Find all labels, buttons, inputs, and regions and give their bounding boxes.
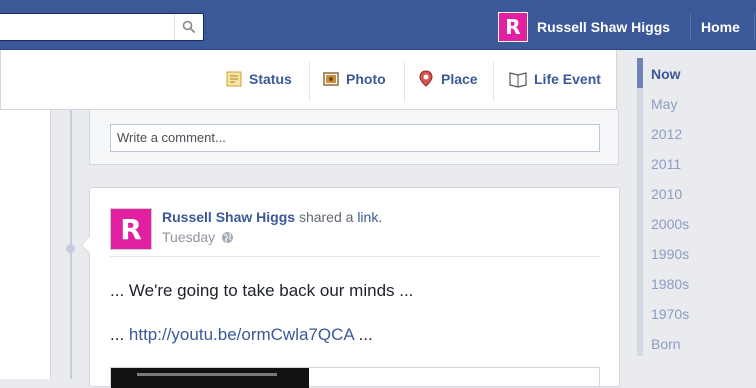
timeline-nav-1970s[interactable]: 1970s (651, 306, 689, 322)
timeline-nav-track (637, 58, 643, 356)
post-author-link[interactable]: Russell Shaw Higgs (162, 209, 295, 225)
post-link-line: ... http://youtu.be/ormCwla7QCA ... (110, 325, 373, 344)
profile-name-link[interactable]: Russell Shaw Higgs (537, 19, 670, 35)
post-header: Russell Shaw Higgs shared a link. (162, 209, 382, 225)
post-action-link[interactable]: link. (357, 209, 382, 225)
divider (754, 14, 755, 40)
comment-section: Write a comment... (89, 110, 619, 165)
timeline-nav-2000s[interactable]: 2000s (651, 216, 689, 232)
search-input[interactable] (0, 13, 204, 41)
post-timestamp[interactable]: Tuesday (162, 229, 215, 245)
post-url-link[interactable]: http://youtu.be/ormCwla7QCA (129, 325, 354, 344)
status-icon (226, 71, 242, 87)
life-event-icon (509, 72, 527, 88)
composer-status[interactable]: Status (225, 70, 292, 88)
video-thumbnail[interactable] (111, 368, 309, 388)
composer-bar: Status Photo Place Life Event (0, 50, 617, 110)
timeline-dot (66, 244, 75, 253)
divider (404, 62, 405, 102)
story-card: R Russell Shaw Higgs shared a link. Tues… (81, 187, 620, 388)
comment-input[interactable]: Write a comment... (110, 124, 600, 152)
divider (690, 14, 691, 40)
thumbnail-detail (137, 373, 277, 376)
divider (110, 256, 600, 257)
post-message: ... We're going to take back our minds .… (110, 281, 414, 300)
post-action-text: shared a (298, 209, 354, 225)
composer-place[interactable]: Place (417, 70, 478, 88)
timeline-nav-active-marker (637, 58, 643, 88)
timeline-nav-column (628, 50, 756, 379)
timeline-nav-1980s[interactable]: 1980s (651, 276, 689, 292)
timeline-nav-2011[interactable]: 2011 (651, 156, 681, 172)
timeline-nav-1990s[interactable]: 1990s (651, 246, 689, 262)
post-timestamp-row: Tuesday (162, 229, 234, 245)
avatar[interactable]: R (498, 12, 528, 42)
search-button[interactable] (174, 14, 203, 40)
timeline-nav-2010[interactable]: 2010 (651, 186, 682, 202)
top-bar: R Russell Shaw Higgs Home (0, 0, 756, 50)
search-icon (182, 20, 196, 34)
link-preview[interactable] (110, 367, 600, 388)
photo-icon (323, 72, 339, 86)
composer-photo[interactable]: Photo (322, 70, 386, 88)
divider (309, 62, 310, 102)
globe-icon[interactable] (221, 231, 234, 244)
divider (493, 62, 494, 102)
timeline-nav-now[interactable]: Now (651, 66, 681, 82)
home-link[interactable]: Home (701, 19, 740, 35)
composer-life-event[interactable]: Life Event (508, 70, 601, 88)
timeline-nav-born[interactable]: Born (651, 336, 681, 352)
timeline-nav-2012[interactable]: 2012 (651, 126, 682, 142)
timeline-nav-may[interactable]: May (651, 96, 677, 112)
post-avatar[interactable]: R (110, 208, 152, 250)
place-icon (419, 70, 433, 87)
card-pointer-inner (82, 237, 90, 253)
